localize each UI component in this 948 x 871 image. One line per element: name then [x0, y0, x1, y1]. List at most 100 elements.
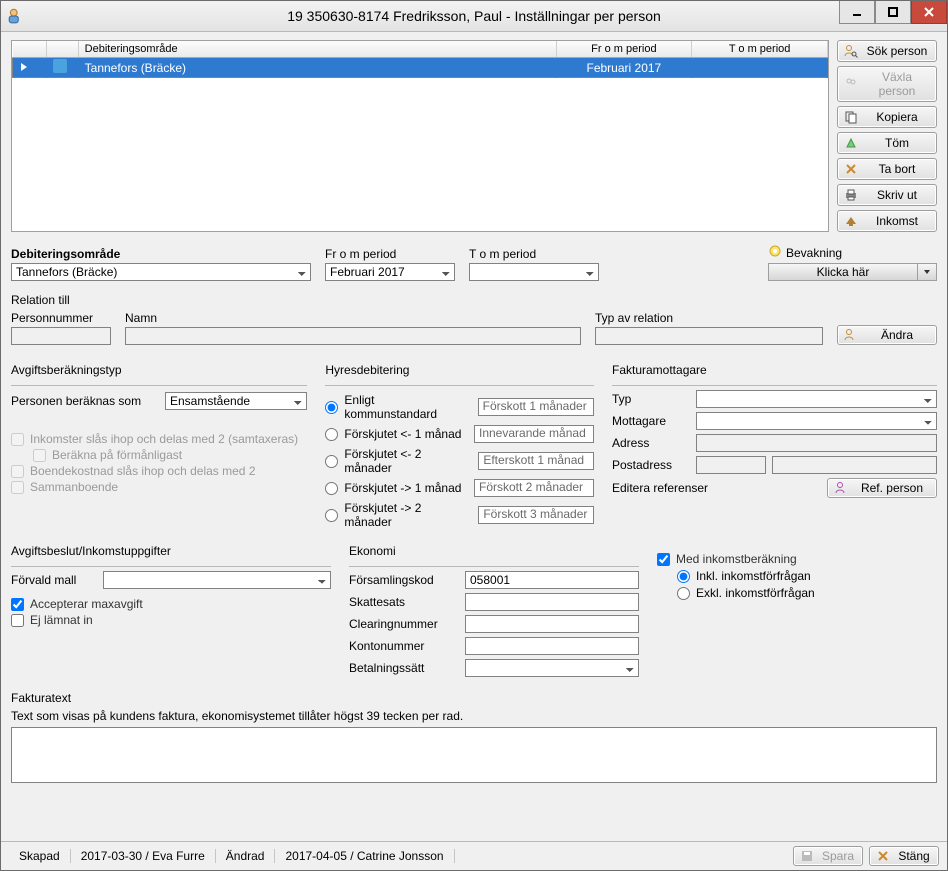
hyres-header: Hyresdebitering	[325, 363, 594, 377]
fr-period-select[interactable]: Februari 2017	[325, 263, 455, 281]
to-period-select[interactable]	[469, 263, 599, 281]
person-search-icon	[844, 44, 858, 58]
row-area-icon	[53, 59, 67, 73]
inkomst-button[interactable]: Inkomst	[837, 210, 937, 232]
fak-adr-field	[696, 434, 937, 452]
rad-back2[interactable]: Förskjutet <- 2 månader	[325, 447, 466, 475]
window-titlebar: 19 350630-8174 Fredriksson, Paul - Instä…	[1, 1, 947, 32]
chk-inkomster: Inkomster slås ihop och delas med 2 (sam…	[11, 432, 307, 446]
button-label: Ändra	[864, 328, 930, 342]
income-icon	[844, 214, 858, 228]
copy-icon	[844, 110, 858, 124]
bevakning-button[interactable]: Klicka här	[768, 263, 937, 281]
window-minimize-button[interactable]	[839, 1, 875, 24]
bet-select[interactable]	[465, 659, 639, 677]
bevakning-main[interactable]: Klicka här	[769, 264, 918, 280]
clear-icon	[844, 136, 858, 150]
table-col-marker[interactable]	[13, 41, 47, 58]
ref-person-button[interactable]: Ref. person	[827, 478, 937, 498]
table-row[interactable]: Tannefors (Bräcke) Februari 2017	[13, 58, 828, 78]
hyres-box3: Efterskott 1 månad	[478, 452, 594, 470]
ref-person-icon	[834, 481, 848, 495]
status-bar: Skapad 2017-03-30 / Eva Furre Ändrad 201…	[1, 841, 947, 870]
beraknas-select[interactable]: Ensamstående	[165, 392, 307, 410]
fak-mott-select[interactable]	[696, 412, 937, 430]
fak-mott-label: Mottagare	[612, 414, 690, 428]
eko-header: Ekonomi	[349, 544, 639, 558]
rad-enligt[interactable]: Enligt kommunstandard	[325, 393, 465, 421]
faktxt-hint: Text som visas på kundens faktura, ekono…	[11, 709, 937, 723]
chk-accepterar[interactable]: Accepterar maxavgift	[11, 597, 331, 611]
fak-post1-field	[696, 456, 766, 474]
avgb-header: Avgiftsbeslut/Inkomstuppgifter	[11, 544, 331, 558]
skapad-label: Skapad	[9, 849, 71, 863]
sok-person-button[interactable]: Sök person	[837, 40, 937, 62]
relation-header: Relation till	[11, 293, 937, 307]
kopiera-button[interactable]: Kopiera	[837, 106, 937, 128]
bevakning-label: Bevakning	[786, 246, 842, 260]
rad-inkl[interactable]: Inkl. inkomstförfrågan	[677, 569, 937, 583]
print-icon	[844, 188, 858, 202]
namn-label: Namn	[125, 311, 581, 325]
fak-header: Fakturamottagare	[612, 363, 937, 377]
chk-boendekostnad: Boendekostnad slås ihop och delas med 2	[11, 464, 307, 478]
stang-button[interactable]: Stäng	[869, 846, 939, 866]
cell-to	[692, 58, 828, 78]
andrad-label: Ändrad	[216, 849, 276, 863]
cell-area: Tannefors (Bräcke)	[78, 58, 556, 78]
personnummer-label: Personnummer	[11, 311, 111, 325]
hyres-box2: Innevarande månad	[474, 425, 594, 443]
avg-header: Avgiftsberäkningstyp	[11, 363, 307, 377]
fak-adr-label: Adress	[612, 436, 690, 450]
button-label: Skriv ut	[864, 188, 930, 202]
chk-med-inkomst[interactable]: Med inkomstberäkning	[657, 552, 937, 566]
rad-back1[interactable]: Förskjutet <- 1 månad	[325, 427, 461, 441]
to-period-label: T o m period	[469, 247, 599, 261]
button-label: Töm	[864, 136, 930, 150]
beraknas-label: Personen beräknas som	[11, 394, 159, 408]
area-table[interactable]: Debiteringsområde Fr o m period T o m pe…	[11, 40, 829, 232]
rad-fwd1[interactable]: Förskjutet -> 1 månad	[325, 481, 461, 495]
chk-sammanboende: Sammanboende	[11, 480, 307, 494]
button-label: Inkomst	[864, 214, 930, 228]
fak-typ-select[interactable]	[696, 390, 937, 408]
fors-label: Församlingskod	[349, 573, 459, 587]
button-label: Växla person	[864, 70, 930, 98]
hyres-box1: Förskott 1 månader	[478, 398, 594, 416]
bet-label: Betalningssätt	[349, 661, 459, 675]
chk-ej-lamnat[interactable]: Ej lämnat in	[11, 613, 331, 627]
typ-relation-label: Typ av relation	[595, 311, 823, 325]
table-col-icon[interactable]	[46, 41, 78, 58]
mall-select[interactable]	[103, 571, 331, 589]
rad-fwd2[interactable]: Förskjutet -> 2 månader	[325, 501, 466, 529]
cell-from: Februari 2017	[556, 58, 692, 78]
fors-field[interactable]	[465, 571, 639, 589]
clr-field[interactable]	[465, 615, 639, 633]
mall-label: Förvald mall	[11, 573, 97, 587]
button-label: Ta bort	[864, 162, 930, 176]
switch-person-icon	[844, 77, 858, 91]
rad-exkl[interactable]: Exkl. inkomstförfrågan	[677, 586, 937, 600]
faktxt-area[interactable]	[11, 727, 937, 783]
skat-field[interactable]	[465, 593, 639, 611]
table-col-to[interactable]: T o m period	[692, 41, 828, 58]
tabort-button[interactable]: Ta bort	[837, 158, 937, 180]
debitering-label: Debiteringsområde	[11, 247, 311, 261]
edit-person-icon	[844, 328, 858, 342]
konto-field[interactable]	[465, 637, 639, 655]
spara-button: Spara	[793, 846, 863, 866]
button-label: Spara	[820, 849, 856, 863]
table-col-from[interactable]: Fr o m period	[556, 41, 692, 58]
debitering-select[interactable]: Tannefors (Bräcke)	[11, 263, 311, 281]
window-close-button[interactable]	[911, 1, 947, 24]
skrivut-button[interactable]: Skriv ut	[837, 184, 937, 206]
fak-post2-field	[772, 456, 937, 474]
clr-label: Clearingnummer	[349, 617, 459, 631]
bevakning-dropdown[interactable]	[918, 264, 936, 280]
tom-button[interactable]: Töm	[837, 132, 937, 154]
fak-typ-label: Typ	[612, 392, 690, 406]
konto-label: Kontonummer	[349, 639, 459, 653]
andra-button[interactable]: Ändra	[837, 325, 937, 345]
table-col-debiteringsomrade[interactable]: Debiteringsområde	[78, 41, 556, 58]
window-maximize-button[interactable]	[875, 1, 911, 24]
